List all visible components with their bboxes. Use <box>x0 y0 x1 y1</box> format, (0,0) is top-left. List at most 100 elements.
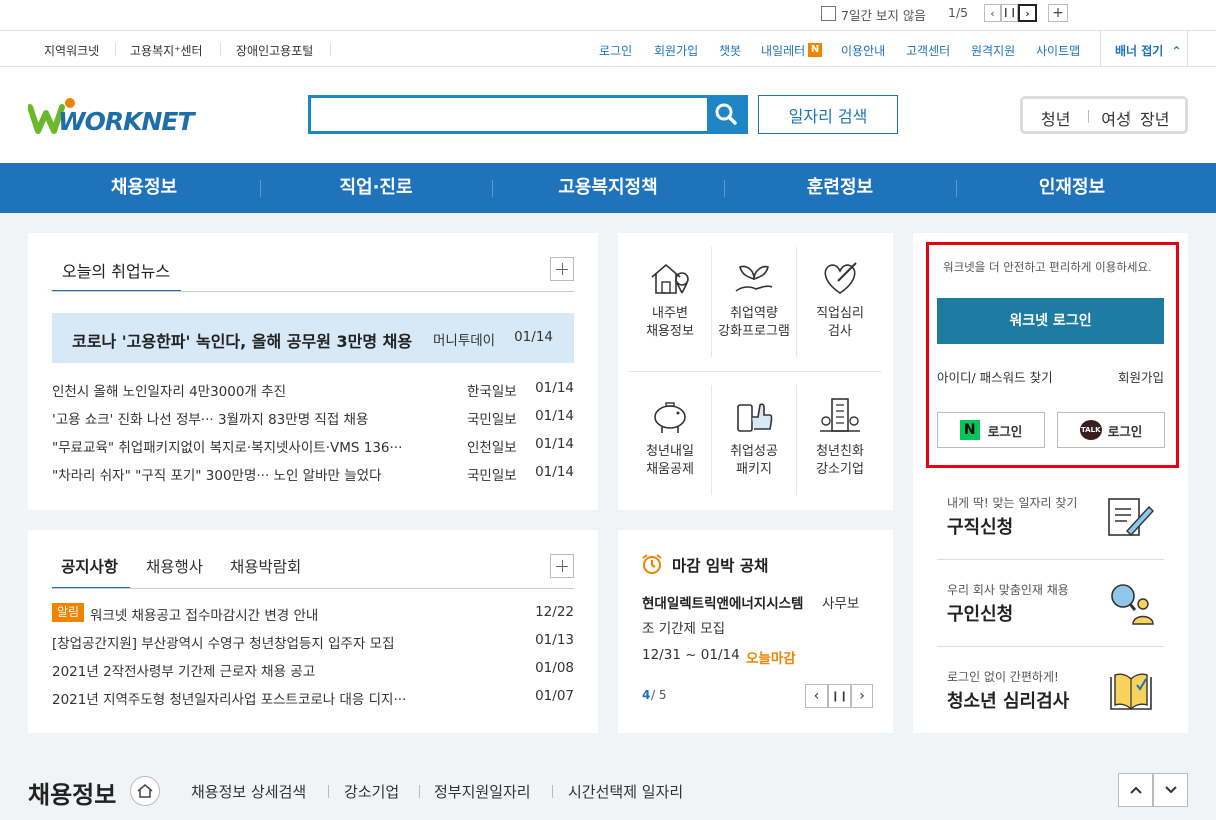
deadline-prev-button[interactable]: ‹ <box>805 684 828 708</box>
banner-prev-button[interactable]: ‹ <box>984 4 1001 22</box>
banner-next-button[interactable]: › <box>1018 4 1037 22</box>
util-letter-link[interactable]: 내일레터 <box>761 42 805 59</box>
news-more-button[interactable] <box>550 257 574 281</box>
deadline-period: 12/31 ~ 01/14 <box>642 647 740 663</box>
banner-add-button[interactable]: + <box>1048 4 1068 22</box>
deadline-card: 마감 임박 공채 현대일렉트릭앤에너지시스템 사무보 조 기간제 모집 12/3… <box>618 530 893 733</box>
audience-youth[interactable]: 청년 <box>1041 106 1070 130</box>
news-title: 인천시 올해 노인일자리 4만3000개 추진 <box>52 384 286 400</box>
section-collapse-button[interactable] <box>1118 773 1153 807</box>
util-support-link[interactable]: 고객센터 <box>906 42 950 59</box>
tab-baseline <box>52 588 574 589</box>
no-show-checkbox[interactable] <box>821 6 836 21</box>
kakao-login-button[interactable]: TALK 로그인 <box>1057 412 1165 448</box>
tab-events[interactable]: 채용행사 <box>146 555 203 577</box>
notice-row[interactable]: 2021년 지역주도형 청년일자리사업 포스트코로나 대응 디지··· 01/07 <box>52 688 574 708</box>
util-link-disabled[interactable]: 장애인고용포털 <box>236 42 313 59</box>
audience-women[interactable]: 여성 <box>1090 106 1142 130</box>
util-join-link[interactable]: 회원가입 <box>654 42 698 59</box>
service-label: 검사 <box>828 324 852 339</box>
service-nearby-jobs[interactable]: 내주변 채용정보 <box>628 257 712 341</box>
util-remote-link[interactable]: 원격지원 <box>971 42 1015 59</box>
service-youth-company[interactable]: 청년친화 강소기업 <box>798 395 882 479</box>
new-badge: N <box>808 43 822 57</box>
service-label: 청년친화 <box>816 444 864 459</box>
notice-row[interactable]: 2021년 2작전사령부 기간제 근로자 채용 공고 01/08 <box>52 660 574 680</box>
deadline-pause-button[interactable]: ❙❙ <box>828 684 851 708</box>
audience-senior[interactable]: 장년 <box>1140 106 1169 130</box>
deadline-job-line1: 사무보 <box>822 596 860 612</box>
banner-fold-label: 배너 접기 <box>1115 44 1164 58</box>
nav-jobs[interactable]: 채용정보 <box>28 163 260 213</box>
util-guide-link[interactable]: 이용안내 <box>841 42 885 59</box>
util-sitemap-link[interactable]: 사이트맵 <box>1036 42 1080 59</box>
news-highlight[interactable]: 코로나 '고용한파' 녹인다, 올해 공무원 3만명 채용 머니투데이 01/1… <box>52 313 574 363</box>
shortcut-sub: 우리 회사 맞춤인재 채용 <box>947 583 1069 597</box>
worknet-logo[interactable]: WORKNET <box>27 97 195 137</box>
tab-fairs[interactable]: 채용박람회 <box>230 555 301 577</box>
section-divider <box>419 785 420 798</box>
util-login-link[interactable]: 로그인 <box>599 42 632 59</box>
section-link-small-company[interactable]: 강소기업 <box>344 781 399 802</box>
shortcut-title: 구직신청 <box>947 517 1014 538</box>
service-psych-test[interactable]: 직업심리 검사 <box>798 257 882 341</box>
deadline-tag: 오늘마감 <box>746 651 796 667</box>
notice-more-button[interactable] <box>550 554 574 578</box>
news-row[interactable]: "무료교육" 취업패키지없이 복지로·복지넷사이트·VMS 136··· 인천일보… <box>52 436 574 456</box>
news-row[interactable]: "차라리 쉬자" "구직 포기" 300만명··· 노인 알바만 늘었다 국민일보… <box>52 464 574 484</box>
service-label: 청년내일 <box>646 444 694 459</box>
section-link-detail[interactable]: 채용정보 상세검색 <box>191 781 306 802</box>
tab-notice[interactable]: 공지사항 <box>61 555 118 577</box>
section-expand-button[interactable] <box>1153 773 1188 807</box>
top-banner-bar: 7일간 보지 않음 1/5 ‹ ❙❙ › + <box>0 0 1216 30</box>
shortcut-job-seeker[interactable]: 내게 딱! 맞는 일자리 찾기 구직신청 <box>937 477 1164 559</box>
naver-login-button[interactable]: N 로그인 <box>937 412 1045 448</box>
kakao-login-label: 로그인 <box>1107 423 1143 439</box>
news-date: 01/14 <box>535 380 574 396</box>
login-card: 워크넷을 더 안전하고 편리하게 이용하세요. 워크넷 로그인 아이디/ 패스워… <box>913 233 1188 477</box>
search-input[interactable] <box>311 98 707 131</box>
news-title: "차라리 쉬자" "구직 포기" 300만명··· 노인 알바만 늘었다 <box>52 468 382 484</box>
util-link-local[interactable]: 지역워크넷 <box>44 42 99 59</box>
find-id-password-link[interactable]: 아이디/ 패스워드 찾기 <box>937 367 1053 386</box>
shortcut-job-offer[interactable]: 우리 회사 맞춤인재 채용 구인신청 <box>937 560 1164 646</box>
job-search-button[interactable]: 일자리 검색 <box>758 95 898 134</box>
nav-training[interactable]: 훈련정보 <box>724 163 956 213</box>
search-button[interactable] <box>707 98 745 131</box>
service-label: 패키지 <box>736 462 772 477</box>
deadline-next-button[interactable]: › <box>851 684 873 708</box>
banner-pause-button[interactable]: ❙❙ <box>1001 4 1018 22</box>
naver-icon: N <box>959 420 980 440</box>
banner-fold-button[interactable]: 배너 접기 ⌃ <box>1115 42 1182 59</box>
shortcut-sub: 내게 딱! 맞는 일자리 찾기 <box>947 496 1078 510</box>
notice-row[interactable]: 알림 워크넷 채용공고 접수마감시간 변경 안내 12/22 <box>52 603 574 624</box>
tab-today-news[interactable]: 오늘의 취업뉴스 <box>62 258 170 282</box>
section-link-parttime[interactable]: 시간선택제 일자리 <box>568 781 683 802</box>
services-card: 내주변 채용정보 취업역량 강화프로그램 직업심리 검사 청년내일 채움공제 취… <box>618 233 893 510</box>
nav-welfare[interactable]: 고용복지정책 <box>492 163 724 213</box>
service-divider <box>796 247 797 357</box>
news-date: 01/14 <box>535 408 574 424</box>
service-divider <box>796 385 797 495</box>
service-label: 취업성공 <box>730 444 778 459</box>
util-divider <box>330 43 331 56</box>
service-youth-savings[interactable]: 청년내일 채움공제 <box>628 395 712 479</box>
news-row[interactable]: '고용 쇼크' 진화 나선 정부··· 3월까지 83만명 직접 채용 국민일보 0… <box>52 408 574 428</box>
notice-row[interactable]: [창업공간지원] 부산광역시 수영구 청년창업등지 입주자 모집 01/13 <box>52 632 574 652</box>
news-date: 01/14 <box>535 436 574 452</box>
service-success-package[interactable]: 취업성공 패키지 <box>712 395 796 479</box>
shortcut-youth-psych[interactable]: 로그인 없이 간편하게! 청소년 심리검사 <box>937 647 1164 733</box>
section-link-gov[interactable]: 정부지원일자리 <box>434 781 531 802</box>
nav-talent[interactable]: 인재정보 <box>956 163 1188 213</box>
news-row[interactable]: 인천시 올해 노인일자리 4만3000개 추진 한국일보 01/14 <box>52 380 574 400</box>
util-link-welfare[interactable]: 고용복지⁺센터 <box>130 42 203 59</box>
util-chatbot-link[interactable]: 챗봇 <box>719 42 741 59</box>
home-icon <box>137 784 153 798</box>
join-link[interactable]: 회원가입 <box>1118 367 1164 386</box>
section-home-button[interactable] <box>130 776 160 806</box>
service-label: 취업역량 <box>730 306 778 321</box>
audience-divider <box>1129 110 1130 123</box>
service-capacity-program[interactable]: 취업역량 강화프로그램 <box>712 257 796 341</box>
nav-career[interactable]: 직업·진로 <box>260 163 492 213</box>
worknet-login-button[interactable]: 워크넷 로그인 <box>937 298 1164 344</box>
